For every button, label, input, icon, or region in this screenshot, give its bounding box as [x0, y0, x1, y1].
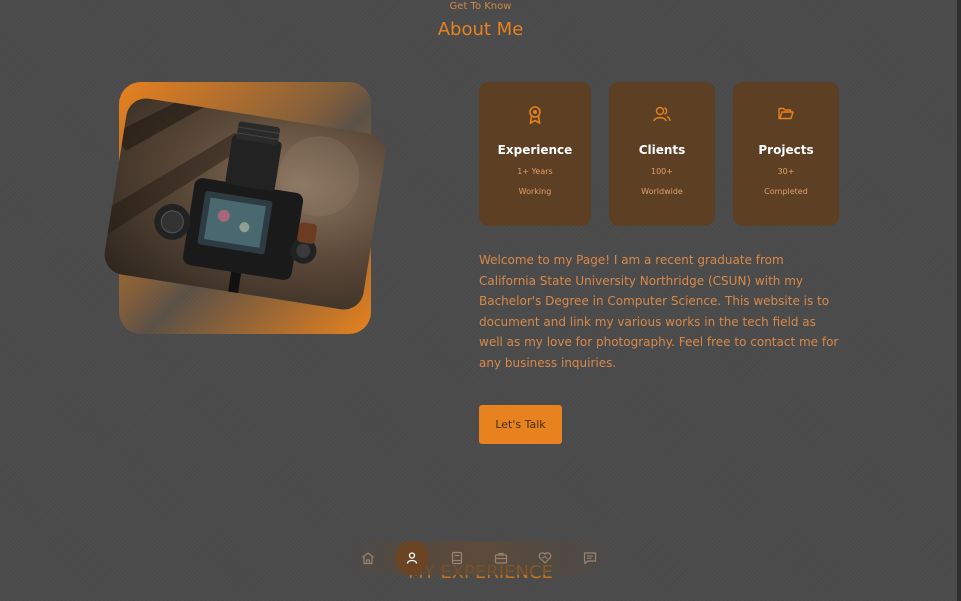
card-title: Experience [497, 143, 573, 157]
heart-handshake-icon [538, 552, 552, 564]
home-icon [362, 552, 374, 565]
folder-icon [733, 106, 839, 120]
clients-card: Clients 100+ Worldwide [609, 82, 715, 226]
card-value: 100+ [651, 167, 673, 176]
briefcase-icon [494, 552, 508, 564]
user-icon [406, 552, 418, 564]
section-subtitle: Get To Know [449, 1, 512, 12]
lets-talk-button[interactable]: Let's Talk [479, 405, 562, 444]
section-title: About Me [437, 19, 524, 40]
card-value: 1+ Years [517, 167, 553, 176]
nav-contact[interactable] [573, 541, 607, 575]
nav-home[interactable] [351, 541, 385, 575]
award-icon [479, 106, 591, 124]
card-caption: Worldwide [641, 187, 683, 196]
bottom-nav [350, 541, 610, 575]
experience-card: Experience 1+ Years Working [479, 82, 591, 226]
card-title: Clients [638, 143, 686, 157]
projects-card: Projects 30+ Completed [733, 82, 839, 226]
nav-services[interactable] [484, 541, 518, 575]
bio-text: Welcome to my Page! I am a recent gradua… [479, 253, 839, 370]
message-icon [583, 552, 597, 565]
card-title: Projects [758, 143, 814, 157]
page-edge [957, 0, 961, 601]
card-value: 30+ [777, 167, 795, 176]
card-caption: Completed [764, 187, 808, 196]
card-caption: Working [518, 187, 552, 196]
nav-experience[interactable] [440, 541, 474, 575]
nav-portfolio[interactable] [528, 541, 562, 575]
book-icon [451, 551, 463, 565]
nav-about[interactable] [395, 541, 429, 575]
users-icon [609, 106, 715, 122]
